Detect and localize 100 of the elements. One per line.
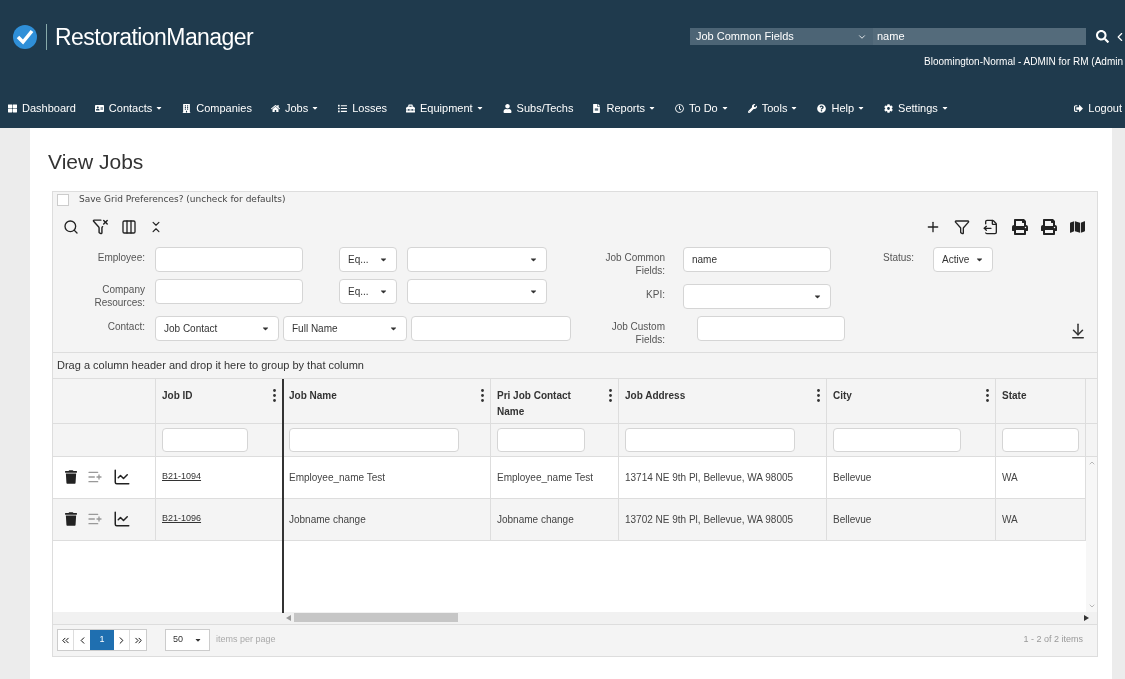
job-id-link[interactable]: B21-1094 (162, 470, 202, 484)
nav-item[interactable]: Jobs (270, 99, 320, 117)
field-label: Company Resources: (93, 282, 145, 309)
table-cell-text: WA (1002, 512, 1018, 527)
search-icon[interactable] (1096, 30, 1109, 43)
nav-icon (94, 103, 104, 113)
nav-icon (817, 103, 827, 113)
print-icon[interactable] (1041, 218, 1057, 235)
add-to-list-icon[interactable] (87, 511, 103, 527)
nav-item[interactable]: Settings (884, 99, 949, 117)
more-icon[interactable] (273, 388, 276, 402)
column-header[interactable]: State (996, 378, 1086, 423)
column-header[interactable]: Job ID (156, 378, 283, 423)
delete-icon[interactable] (65, 470, 77, 484)
chart-icon[interactable] (113, 468, 131, 486)
more-icon[interactable] (609, 388, 612, 402)
dropdown[interactable]: Job Contact (155, 315, 279, 341)
chart-icon[interactable] (113, 510, 131, 528)
column-filter-field[interactable] (162, 427, 248, 452)
add-to-list-icon[interactable] (87, 469, 103, 485)
nav-icon (884, 103, 894, 113)
nav-icon (502, 103, 512, 113)
nav-item[interactable]: Dashboard (8, 99, 76, 117)
print-icon[interactable] (1012, 218, 1028, 235)
caret-icon (194, 636, 202, 644)
table-cell-text: Jobname change (289, 512, 366, 527)
table-cell-text: Employee_name Test (289, 470, 385, 485)
input-field[interactable] (155, 278, 303, 304)
dropdown[interactable]: Full Name (283, 315, 407, 341)
scroll-left-icon[interactable] (286, 614, 291, 621)
nav-item[interactable]: Help (817, 99, 866, 117)
input-field[interactable] (411, 315, 571, 341)
column-filter-field[interactable] (1002, 427, 1079, 452)
input-field[interactable]: name (683, 246, 831, 272)
nav-icon (270, 103, 280, 113)
collapse-icon[interactable] (149, 219, 163, 234)
search-icon[interactable] (63, 218, 79, 235)
dropdown[interactable]: Eq... (339, 246, 397, 272)
more-icon[interactable] (986, 388, 989, 402)
export-icon[interactable] (983, 218, 999, 235)
column-header[interactable]: Pri Job Contact Name (491, 378, 619, 423)
filter-icon[interactable] (954, 218, 970, 235)
nav-icon (406, 103, 415, 113)
clear-filter-icon[interactable] (92, 218, 109, 235)
caret-icon (311, 104, 320, 112)
search-field[interactable]: name (873, 28, 1086, 45)
scrollbar-thumb[interactable] (294, 613, 458, 622)
nav-item[interactable]: Contacts (94, 99, 164, 117)
caret-icon (857, 104, 866, 112)
column-filter-field[interactable] (289, 427, 459, 452)
more-icon[interactable] (817, 388, 820, 402)
column-header[interactable]: Job Name (283, 378, 491, 423)
caret-icon (790, 104, 799, 112)
input-field[interactable] (155, 246, 303, 272)
column-filter-field[interactable] (625, 427, 795, 452)
logout-link[interactable]: Logout (1074, 99, 1122, 117)
nav-item[interactable]: To Do (675, 99, 729, 117)
nav-icon (8, 103, 17, 113)
dropdown[interactable]: Eq... (339, 278, 397, 304)
map-icon[interactable] (1070, 218, 1085, 235)
nav-icon (747, 103, 757, 113)
page-button[interactable]: 1 (90, 630, 114, 650)
table-cell-text: Jobname change (497, 512, 574, 527)
field-label: KPI: (645, 287, 665, 301)
columns-icon[interactable] (121, 218, 137, 235)
user-info: Bloomington-Normal - ADMIN for RM (Admin (924, 55, 1123, 69)
scroll-right-icon[interactable] (1084, 614, 1089, 621)
column-filter-field[interactable] (497, 427, 585, 452)
search-scope-dropdown[interactable]: Job Common Fields (690, 28, 873, 45)
pager-summary: 1 - 2 of 2 items (1023, 633, 1083, 647)
more-icon[interactable] (481, 388, 484, 402)
field-label: Contact: (106, 319, 145, 333)
nav-item[interactable]: Tools (747, 99, 799, 117)
checkbox[interactable] (57, 193, 69, 206)
dropdown[interactable]: Active (933, 246, 993, 272)
table-cell-text: Bellevue (833, 470, 872, 485)
nav-item[interactable]: Companies (182, 99, 252, 117)
field-label: Job Custom Fields: (610, 319, 665, 346)
nav-item[interactable]: Reports (592, 99, 656, 117)
logout-icon (1074, 103, 1084, 113)
nav-item[interactable]: Equipment (406, 99, 484, 117)
input-field[interactable] (697, 315, 845, 341)
nav-icon (182, 103, 192, 113)
nav-item[interactable]: Losses (338, 99, 387, 117)
column-header[interactable]: City (827, 378, 996, 423)
column-filter-field[interactable] (833, 427, 961, 452)
column-header[interactable]: Job Address (619, 378, 827, 423)
job-id-link[interactable]: B21-1096 (162, 512, 202, 526)
delete-icon[interactable] (65, 512, 77, 526)
caret-icon (720, 104, 729, 112)
caret-icon (648, 104, 656, 112)
table-cell-text: 13702 NE 9th Pl, Bellevue, WA 98005 (625, 512, 794, 527)
page-title: View Jobs (48, 149, 145, 175)
logo-icon (12, 24, 38, 51)
table-cell-text: Bellevue (833, 512, 872, 527)
page-size-dropdown[interactable]: 50 (165, 629, 210, 651)
nav-item[interactable]: Subs/Techs (502, 99, 574, 117)
field-label: Job Common Fields: (604, 250, 665, 277)
expand-icon[interactable] (1069, 321, 1087, 340)
table-cell-text: WA (1002, 470, 1018, 485)
